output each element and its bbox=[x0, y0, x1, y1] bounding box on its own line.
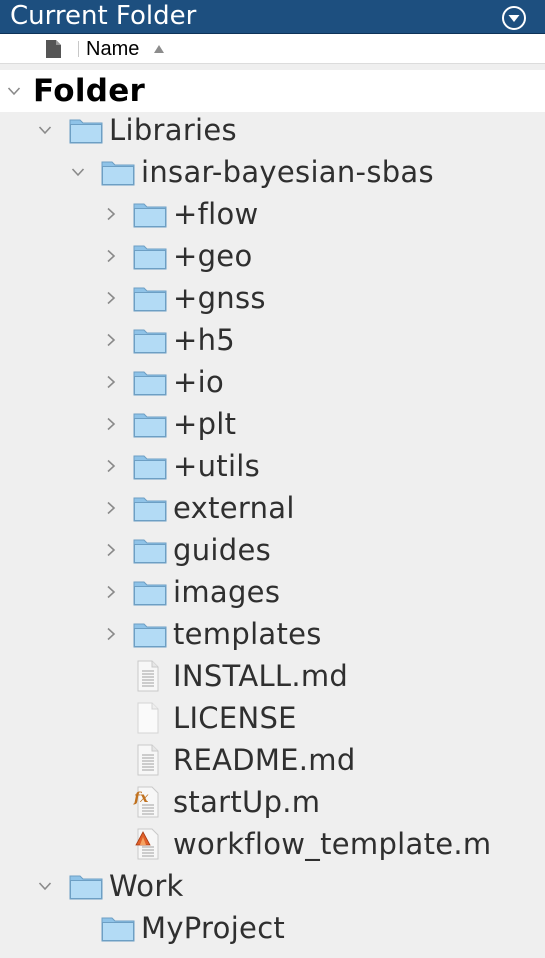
panel-title: Current Folder bbox=[10, 1, 197, 31]
matlab-function-icon bbox=[133, 786, 163, 818]
folder-icon bbox=[133, 242, 167, 270]
tree-item-label: +plt bbox=[173, 407, 237, 441]
chevron-right-icon[interactable] bbox=[104, 207, 118, 221]
blank-file-icon bbox=[135, 702, 161, 734]
tree-item-folder[interactable]: images bbox=[0, 571, 545, 613]
folder-icon bbox=[133, 326, 167, 354]
folder-icon bbox=[133, 284, 167, 312]
tree-item-label: +io bbox=[173, 365, 224, 399]
matlab-script-icon bbox=[133, 828, 163, 860]
dropdown-circle-icon bbox=[502, 6, 526, 30]
folder-icon bbox=[133, 452, 167, 480]
folder-icon bbox=[133, 410, 167, 438]
sort-ascending-icon[interactable] bbox=[153, 44, 165, 54]
chevron-down-icon[interactable] bbox=[38, 123, 52, 137]
tree-item-file[interactable]: workflow_template.m bbox=[0, 823, 545, 865]
tree-item-label: insar-bayesian-sbas bbox=[141, 155, 434, 189]
folder-icon bbox=[133, 368, 167, 396]
chevron-right-icon[interactable] bbox=[104, 291, 118, 305]
tree-item-folder[interactable]: +io bbox=[0, 361, 545, 403]
tree-group-folder[interactable]: Folder bbox=[0, 70, 545, 112]
group-label: Folder bbox=[33, 73, 146, 109]
text-file-icon bbox=[135, 660, 161, 692]
tree-item-label: README.md bbox=[173, 743, 356, 777]
tree-item-label: Work bbox=[109, 869, 184, 903]
tree-item-label: guides bbox=[173, 533, 272, 567]
chevron-down-icon[interactable] bbox=[71, 165, 85, 179]
chevron-right-icon[interactable] bbox=[104, 627, 118, 641]
tree-item-folder[interactable]: guides bbox=[0, 529, 545, 571]
folder-icon bbox=[69, 116, 103, 144]
tree-item-folder[interactable]: +geo bbox=[0, 235, 545, 277]
tree-item-folder[interactable]: +gnss bbox=[0, 277, 545, 319]
tree-item-folder[interactable]: +plt bbox=[0, 403, 545, 445]
tree-item-label: +utils bbox=[173, 449, 261, 483]
tree-item-label: workflow_template.m bbox=[173, 827, 492, 861]
tree-item-label: images bbox=[173, 575, 281, 609]
chevron-right-icon[interactable] bbox=[104, 333, 118, 347]
tree-item-folder[interactable]: +utils bbox=[0, 445, 545, 487]
chevron-right-icon[interactable] bbox=[104, 459, 118, 473]
chevron-right-icon[interactable] bbox=[104, 543, 118, 557]
tree-item-label: +flow bbox=[173, 197, 259, 231]
tree-item-file[interactable]: LICENSE bbox=[0, 697, 545, 739]
tree-item-label: Libraries bbox=[109, 113, 237, 147]
tree-item-label: +gnss bbox=[173, 281, 266, 315]
tree-item-label: templates bbox=[173, 617, 322, 651]
tree-item-libraries[interactable]: Libraries bbox=[0, 109, 545, 151]
folder-icon bbox=[101, 158, 135, 186]
tree-item-label: +geo bbox=[173, 239, 253, 273]
file-type-column-icon[interactable] bbox=[43, 39, 63, 59]
chevron-right-icon[interactable] bbox=[104, 249, 118, 263]
folder-icon bbox=[133, 200, 167, 228]
folder-icon bbox=[133, 494, 167, 522]
folder-tree: Folder Libraries insar-bayesian-sbas +fl… bbox=[0, 64, 545, 958]
tree-item-label: +h5 bbox=[173, 323, 236, 357]
tree-item-myproject[interactable]: MyProject bbox=[0, 907, 545, 949]
chevron-right-icon[interactable] bbox=[104, 501, 118, 515]
chevron-down-icon[interactable] bbox=[38, 879, 52, 893]
tree-item-folder[interactable]: +flow bbox=[0, 193, 545, 235]
tree-item-label: startUp.m bbox=[173, 785, 321, 819]
tree-item-folder[interactable]: templates bbox=[0, 613, 545, 655]
tree-item-label: LICENSE bbox=[173, 701, 297, 735]
tree-item-file[interactable]: README.md bbox=[0, 739, 545, 781]
chevron-down-icon[interactable] bbox=[7, 84, 21, 98]
column-separator bbox=[78, 41, 79, 57]
tree-item-work[interactable]: Work bbox=[0, 865, 545, 907]
chevron-right-icon[interactable] bbox=[104, 375, 118, 389]
chevron-right-icon[interactable] bbox=[104, 417, 118, 431]
text-file-icon bbox=[135, 744, 161, 776]
tree-item-label: MyProject bbox=[141, 911, 286, 945]
tree-item-insar-bayesian-sbas[interactable]: insar-bayesian-sbas bbox=[0, 151, 545, 193]
chevron-right-icon[interactable] bbox=[104, 585, 118, 599]
folder-icon bbox=[133, 620, 167, 648]
folder-icon bbox=[101, 914, 135, 942]
name-column-header[interactable]: Name bbox=[86, 37, 139, 61]
folder-icon bbox=[133, 578, 167, 606]
tree-item-folder[interactable]: +h5 bbox=[0, 319, 545, 361]
tree-item-file[interactable]: INSTALL.md bbox=[0, 655, 545, 697]
tree-item-file[interactable]: startUp.m bbox=[0, 781, 545, 823]
folder-icon bbox=[133, 536, 167, 564]
tree-item-folder[interactable]: external bbox=[0, 487, 545, 529]
column-header-row: Name bbox=[0, 34, 545, 64]
panel-title-bar: Current Folder bbox=[0, 0, 545, 34]
tree-item-label: external bbox=[173, 491, 295, 525]
panel-actions-menu-button[interactable] bbox=[501, 5, 527, 31]
folder-icon bbox=[69, 872, 103, 900]
tree-item-label: INSTALL.md bbox=[173, 659, 349, 693]
